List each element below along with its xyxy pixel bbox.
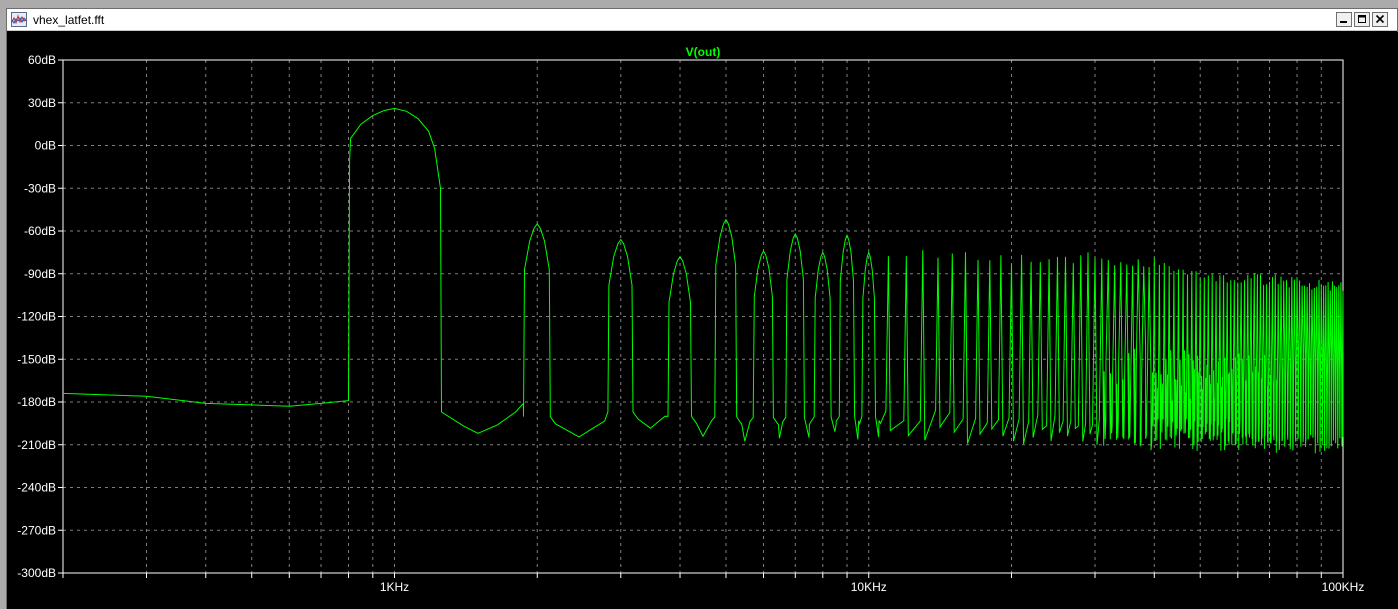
- grid: [63, 60, 1343, 573]
- y-tick-label: -60dB: [24, 224, 56, 238]
- y-tick-label: 30dB: [28, 96, 56, 110]
- y-tick-label: -90dB: [24, 267, 56, 281]
- x-axis: 1KHz 10KHz 100KHz: [62, 573, 1365, 594]
- x-tick-label: 10KHz: [851, 580, 887, 594]
- y-tick-label: 60dB: [28, 53, 56, 67]
- y-tick-label: -180dB: [17, 395, 56, 409]
- close-icon: [1375, 11, 1385, 29]
- chart-title[interactable]: V(out): [686, 45, 721, 59]
- plot-area[interactable]: 60dB 30dB 0dB -30dB -60dB -90dB -120dB -150dB -1…: [7, 32, 1398, 609]
- restore-icon: [1357, 11, 1367, 29]
- waveform-window: vhex_latfet.fft 60dB 30dB 0dB -30dB -60dB -90…: [6, 8, 1398, 609]
- minimize-icon: [1339, 11, 1349, 29]
- y-tick-label: 0dB: [35, 139, 56, 153]
- x-tick-label: 100KHz: [1322, 580, 1365, 594]
- close-button[interactable]: [1372, 12, 1388, 27]
- y-axis: 60dB 30dB 0dB -30dB -60dB -90dB -120dB -150dB -1…: [17, 53, 63, 580]
- y-tick-label: -300dB: [17, 566, 56, 580]
- x-tick-label: 1KHz: [380, 580, 409, 594]
- minimize-button[interactable]: [1336, 12, 1352, 27]
- y-tick-label: -210dB: [17, 438, 56, 452]
- title-bar[interactable]: vhex_latfet.fft: [7, 9, 1397, 31]
- y-tick-label: -120dB: [17, 310, 56, 324]
- window-title: vhex_latfet.fft: [33, 13, 105, 27]
- waveform-file-icon: [11, 12, 27, 27]
- y-tick-label: -150dB: [17, 352, 56, 366]
- y-tick-label: -30dB: [24, 181, 56, 195]
- y-tick-label: -270dB: [17, 523, 56, 537]
- y-tick-label: -240dB: [17, 481, 56, 495]
- restore-button[interactable]: [1354, 12, 1370, 27]
- fft-chart[interactable]: 60dB 30dB 0dB -30dB -60dB -90dB -120dB -150dB -1…: [7, 32, 1398, 609]
